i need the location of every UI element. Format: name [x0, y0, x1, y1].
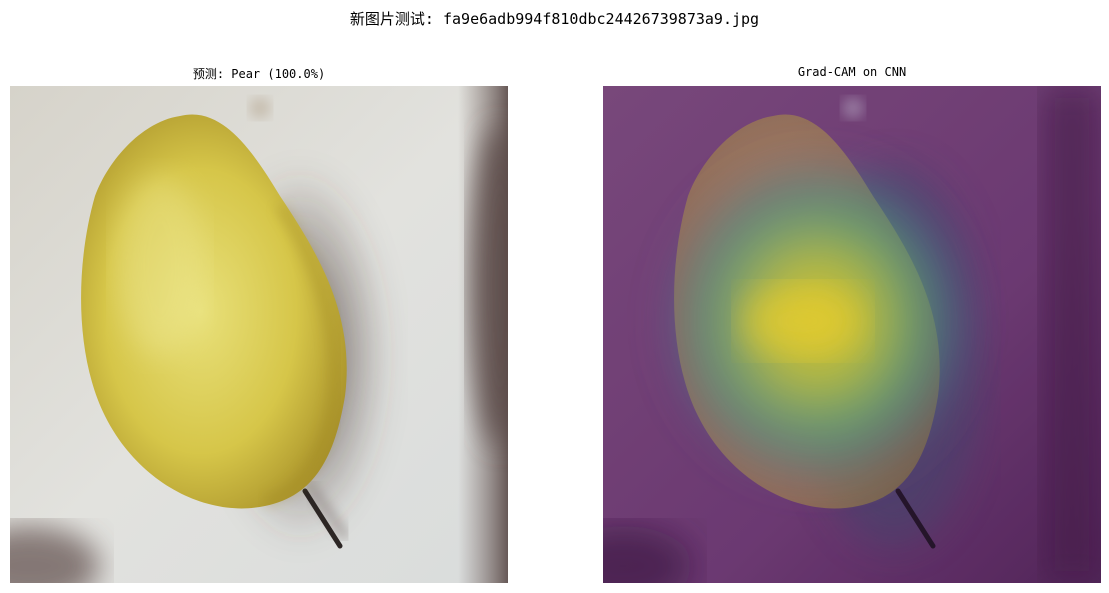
figure-title: 新图片测试: fa9e6adb994f810dbc24426739873a9.j… — [349, 10, 760, 28]
original-image-panel — [10, 86, 508, 583]
gradcam-heatmap-image — [603, 86, 1101, 583]
pear-photo — [10, 86, 508, 583]
right-panel-title: Grad-CAM on CNN — [797, 65, 907, 79]
left-panel-title: 预测: Pear (100.0%) — [192, 67, 326, 81]
gradcam-panel — [603, 86, 1101, 583]
